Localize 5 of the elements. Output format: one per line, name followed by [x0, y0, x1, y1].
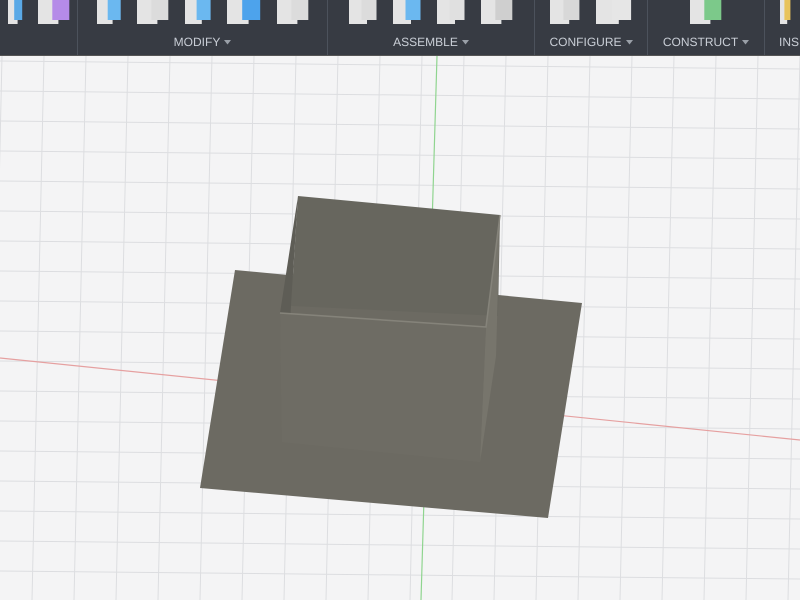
toolbar-group-menu[interactable]: CONFIGURE: [550, 35, 632, 49]
toolbar-group-menu[interactable]: MODIFY: [174, 35, 232, 49]
toolbar-group-menu[interactable]: ASSEMBLE: [393, 35, 469, 49]
toolbar-group-menu[interactable]: CONSTRUCT: [662, 35, 750, 49]
toolbar-group-menu[interactable]: INS: [779, 35, 800, 49]
